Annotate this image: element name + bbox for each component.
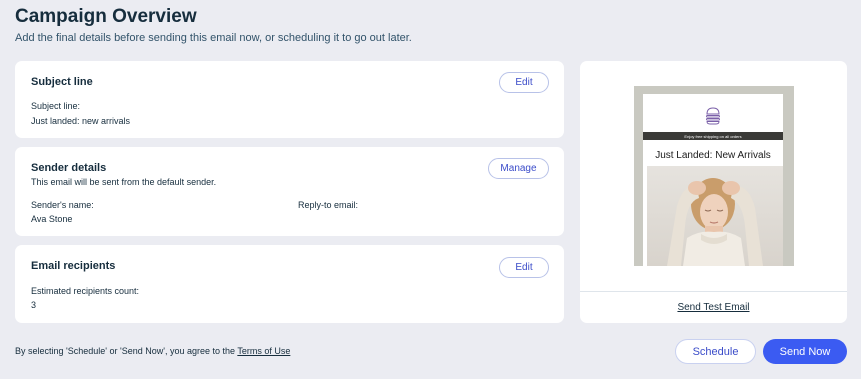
email-preview-thumbnail[interactable]: Enjoy free shipping on all orders Just L… bbox=[634, 86, 794, 266]
subject-line-card: Subject line Edit Subject line: Just lan… bbox=[15, 61, 564, 138]
subject-line-label: Subject line: bbox=[31, 101, 81, 111]
email-preview-content: Enjoy free shipping on all orders Just L… bbox=[643, 94, 783, 266]
preview-product-image bbox=[647, 166, 783, 266]
edit-recipients-button[interactable]: Edit bbox=[499, 257, 549, 278]
subject-line-value: Just landed: new arrivals bbox=[31, 116, 131, 126]
edit-subject-button[interactable]: Edit bbox=[499, 72, 549, 93]
page-title: Campaign Overview bbox=[15, 6, 197, 27]
sender-name-value: Ava Stone bbox=[31, 214, 73, 224]
sender-description: This email will be sent from the default… bbox=[31, 177, 217, 187]
sender-name-label: Sender's name: bbox=[31, 200, 94, 210]
sender-details-title: Sender details bbox=[31, 162, 107, 174]
preview-shipping-banner: Enjoy free shipping on all orders bbox=[643, 132, 783, 140]
recipients-count-value: 3 bbox=[31, 300, 37, 310]
page-subtitle: Add the final details before sending thi… bbox=[15, 32, 412, 44]
sender-details-card: Sender details Manage This email will be… bbox=[15, 147, 564, 236]
consent-statement: By selecting 'Schedule' or 'Send Now', y… bbox=[15, 346, 238, 356]
manage-sender-button[interactable]: Manage bbox=[488, 158, 549, 179]
send-test-email-link[interactable]: Send Test Email bbox=[580, 302, 847, 313]
email-preview-card: Enjoy free shipping on all orders Just L… bbox=[580, 61, 847, 323]
reply-to-email-label: Reply-to email: bbox=[298, 200, 359, 210]
terms-of-use-link[interactable]: Terms of Use bbox=[237, 346, 290, 356]
schedule-button[interactable]: Schedule bbox=[675, 339, 756, 364]
email-recipients-title: Email recipients bbox=[31, 260, 116, 272]
send-now-button[interactable]: Send Now bbox=[763, 339, 847, 364]
preview-divider bbox=[580, 291, 847, 292]
burger-icon bbox=[706, 107, 720, 125]
recipients-count-label: Estimated recipients count: bbox=[31, 286, 140, 296]
subject-line-title: Subject line bbox=[31, 76, 93, 88]
consent-text: By selecting 'Schedule' or 'Send Now', y… bbox=[15, 346, 290, 356]
preview-heading: Just Landed: New Arrivals bbox=[655, 150, 771, 161]
email-recipients-card: Email recipients Edit Estimated recipien… bbox=[15, 245, 564, 323]
